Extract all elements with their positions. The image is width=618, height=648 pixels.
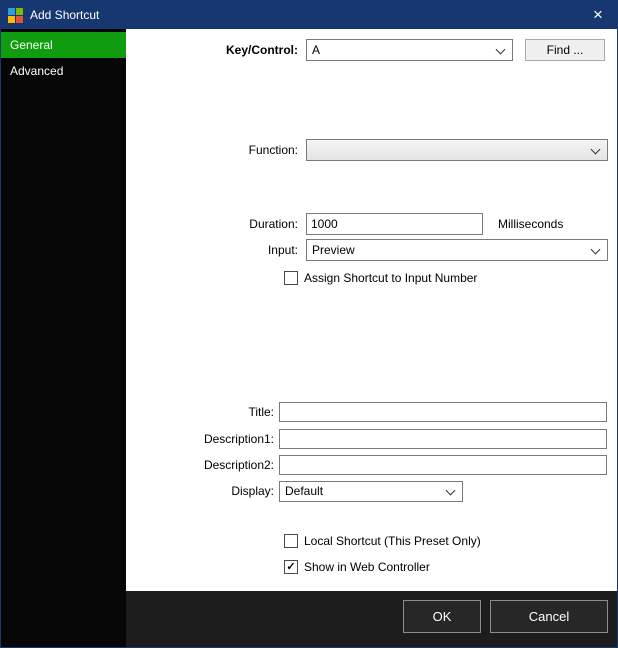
title-label: Title:: [126, 402, 274, 422]
key-control-label: Key/Control:: [126, 39, 298, 61]
assign-shortcut-checkbox[interactable]: Assign Shortcut to Input Number: [284, 269, 477, 287]
function-combobox[interactable]: [306, 139, 608, 161]
description1-label: Description1:: [126, 429, 274, 449]
web-controller-checkbox[interactable]: ✓ Show in Web Controller: [284, 558, 430, 576]
web-controller-label: Show in Web Controller: [304, 560, 430, 574]
description2-input[interactable]: [279, 455, 607, 475]
chevron-down-icon: [591, 145, 601, 155]
description1-input[interactable]: [279, 429, 607, 449]
display-combobox[interactable]: Default: [279, 481, 463, 502]
close-button[interactable]: ×: [579, 1, 617, 29]
local-shortcut-checkbox[interactable]: Local Shortcut (This Preset Only): [284, 532, 481, 550]
app-icon-tile: [16, 8, 23, 15]
description2-label: Description2:: [126, 455, 274, 475]
add-shortcut-dialog: Add Shortcut × General Advanced Key/Cont…: [0, 0, 618, 648]
display-value: Default: [280, 482, 462, 501]
sidebar-item-advanced[interactable]: Advanced: [1, 58, 126, 84]
assign-shortcut-label: Assign Shortcut to Input Number: [304, 271, 477, 285]
checkbox-box: [284, 534, 298, 548]
input-value: Preview: [307, 240, 607, 260]
footer-bar: OK Cancel: [126, 591, 617, 647]
ok-button[interactable]: OK: [403, 600, 481, 633]
duration-units-label: Milliseconds: [498, 213, 563, 235]
duration-input[interactable]: [306, 213, 483, 235]
checkbox-box: [284, 271, 298, 285]
duration-label: Duration:: [126, 213, 298, 235]
checkbox-box: ✓: [284, 560, 298, 574]
local-shortcut-label: Local Shortcut (This Preset Only): [304, 534, 481, 548]
general-panel: Key/Control: A Find ... Function: Durati…: [126, 29, 617, 591]
title-bar: Add Shortcut ×: [1, 1, 617, 29]
app-icon-tile: [8, 16, 15, 23]
key-control-value: A: [307, 40, 512, 60]
input-combobox[interactable]: Preview: [306, 239, 608, 261]
check-icon: ✓: [286, 562, 295, 573]
window-title: Add Shortcut: [30, 1, 99, 29]
sidebar-item-general[interactable]: General: [1, 32, 126, 58]
input-label: Input:: [126, 239, 298, 261]
app-icon-tile: [8, 8, 15, 15]
sidebar: General Advanced: [1, 29, 126, 647]
title-input[interactable]: [279, 402, 607, 422]
app-icon: [8, 8, 23, 23]
display-label: Display:: [126, 481, 274, 502]
find-button[interactable]: Find ...: [525, 39, 605, 61]
cancel-button[interactable]: Cancel: [490, 600, 608, 633]
function-label: Function:: [126, 139, 298, 161]
close-icon: ×: [593, 5, 603, 25]
key-control-combobox[interactable]: A: [306, 39, 513, 61]
app-icon-tile: [16, 16, 23, 23]
